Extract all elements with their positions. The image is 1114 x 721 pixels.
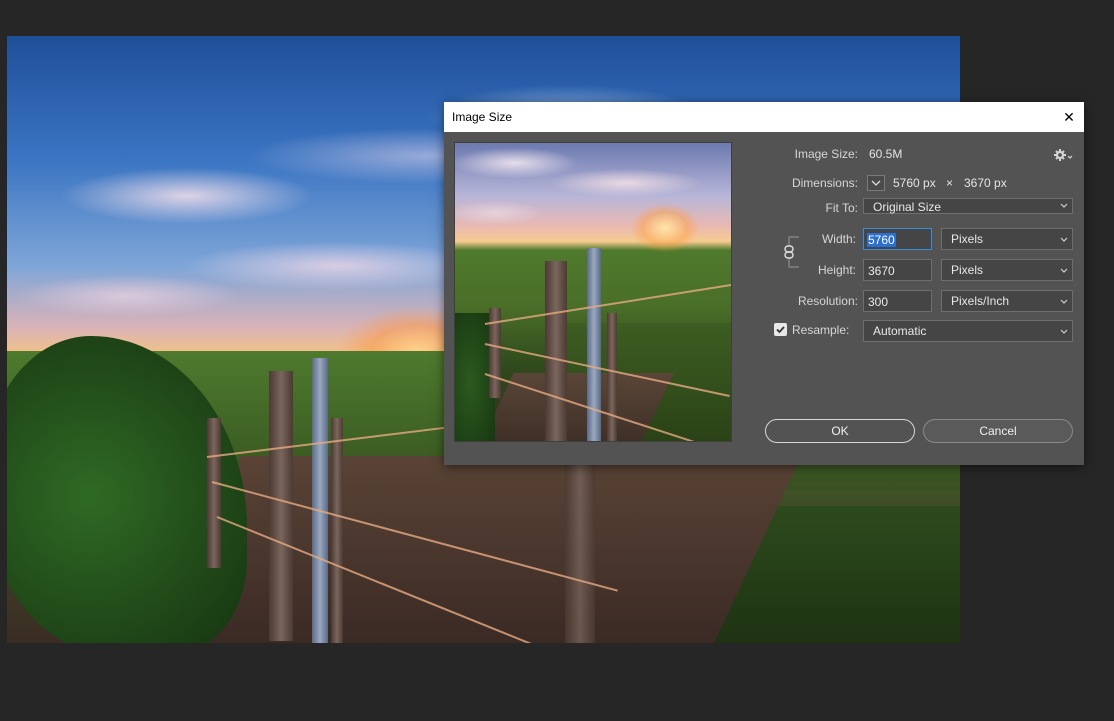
preview-fence-post <box>545 261 567 441</box>
image-preview[interactable] <box>454 142 732 442</box>
height-unit-value: Pixels <box>951 263 984 277</box>
chevron-down-icon <box>1060 299 1068 304</box>
preview-fence-post <box>607 313 617 441</box>
resolution-label: Resolution: <box>797 294 858 308</box>
image-size-label: Image Size: <box>794 147 858 161</box>
width-unit-value: Pixels <box>951 232 984 246</box>
width-unit-select[interactable]: Pixels <box>941 228 1073 250</box>
resolution-unit-select[interactable]: Pixels/Inch <box>941 290 1073 312</box>
image-size-dialog: Image Size ✕ Image Size: 60.5M Dimension… <box>444 102 1084 465</box>
dialog-title: Image Size <box>452 110 513 124</box>
height-value: 3670 <box>868 264 895 278</box>
checkmark-icon <box>776 326 785 334</box>
height-unit-select[interactable]: Pixels <box>941 259 1073 281</box>
photo-fence-post <box>331 418 343 643</box>
dimensions-label: Dimensions: <box>791 176 858 190</box>
height-label: Height: <box>817 263 856 277</box>
cancel-button[interactable]: Cancel <box>923 419 1073 443</box>
resolution-input[interactable]: 300 <box>863 290 932 312</box>
width-value: 5760 <box>867 233 896 247</box>
preview-sun <box>630 203 700 253</box>
chevron-down-icon <box>1060 203 1068 208</box>
gear-icon[interactable] <box>1053 148 1073 162</box>
ok-button[interactable]: OK <box>765 419 915 443</box>
chevron-down-icon[interactable] <box>867 175 885 191</box>
chevron-down-icon <box>1060 237 1068 242</box>
dialog-titlebar[interactable]: Image Size ✕ <box>444 102 1084 132</box>
width-input[interactable]: 5760 <box>863 228 932 250</box>
dimensions-width-value: 5760 px <box>893 176 936 190</box>
dimensions-height-value: 3670 px <box>964 176 1007 190</box>
photo-fence-post <box>207 418 221 568</box>
dimensions-times: × <box>946 176 954 190</box>
width-label: Width: <box>821 232 856 246</box>
resolution-value: 300 <box>868 295 889 309</box>
resolution-unit-value: Pixels/Inch <box>951 294 1010 308</box>
preview-fence-post <box>587 248 601 441</box>
resample-value: Automatic <box>873 324 927 338</box>
resample-checkbox[interactable] <box>774 323 787 336</box>
photo-dirt-path <box>152 456 802 643</box>
resample-label: Resample: <box>792 323 850 337</box>
fit-to-value: Original Size <box>873 200 942 214</box>
resample-select[interactable]: Automatic <box>863 320 1073 342</box>
fit-to-select[interactable]: Original Size <box>863 198 1073 214</box>
photo-fence-post <box>269 371 293 641</box>
photo-fence-post <box>312 358 328 643</box>
chevron-down-icon <box>1060 268 1068 273</box>
height-input[interactable]: 3670 <box>863 259 932 281</box>
close-icon[interactable]: ✕ <box>1054 102 1084 132</box>
fit-to-label: Fit To: <box>825 201 858 215</box>
chevron-down-icon <box>1060 329 1068 334</box>
photo-fence-post <box>565 456 595 643</box>
image-size-value: 60.5M <box>869 147 903 161</box>
